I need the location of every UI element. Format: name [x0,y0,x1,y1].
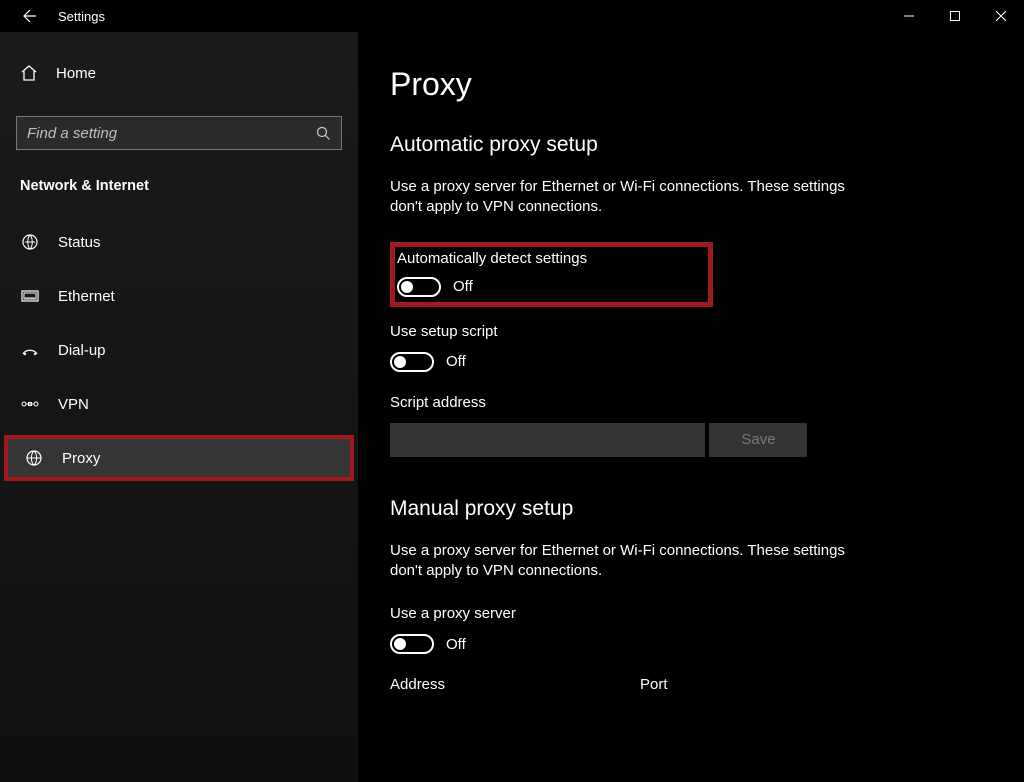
use-script-label: Use setup script [390,323,1024,340]
sidebar-item-status[interactable]: Status [0,219,358,265]
use-proxy-state: Off [446,636,466,653]
script-address-input[interactable] [390,423,705,457]
sidebar-item-vpn[interactable]: VPN [0,381,358,427]
auto-detect-label: Automatically detect settings [397,250,698,267]
sidebar-item-ethernet[interactable]: Ethernet [0,273,358,319]
use-proxy-toggle[interactable] [390,634,434,654]
maximize-icon [950,11,960,21]
ethernet-icon [20,289,40,303]
save-button[interactable]: Save [709,423,807,457]
minimize-icon [904,11,914,21]
sidebar-item-label: Status [58,234,101,251]
manual-section-heading: Manual proxy setup [390,497,1024,521]
sidebar-item-dialup[interactable]: Dial-up [0,327,358,373]
vpn-icon [20,397,40,411]
search-input[interactable] [27,125,316,142]
auto-detect-state: Off [453,278,473,295]
home-icon [20,64,38,82]
globe-icon [24,449,44,467]
sidebar-item-proxy[interactable]: Proxy [4,435,354,481]
back-button[interactable] [10,0,50,32]
minimize-button[interactable] [886,0,932,32]
main-content: Proxy Automatic proxy setup Use a proxy … [358,32,1024,782]
dialup-icon [20,343,40,357]
auto-section-description: Use a proxy server for Ethernet or Wi-Fi… [390,177,870,218]
maximize-button[interactable] [932,0,978,32]
sidebar: Home Network & Internet Status Ethernet [0,32,358,782]
sidebar-item-label: Dial-up [58,342,106,359]
search-icon [316,126,331,141]
titlebar: Settings [0,0,1024,32]
sidebar-section-title: Network & Internet [0,178,358,194]
close-icon [996,11,1006,21]
search-input-wrapper[interactable] [16,116,342,150]
manual-section-description: Use a proxy server for Ethernet or Wi-Fi… [390,541,870,582]
page-title: Proxy [390,66,1024,103]
auto-section-heading: Automatic proxy setup [390,133,1024,157]
address-label: Address [390,676,445,693]
sidebar-item-label: Proxy [62,450,100,467]
use-proxy-label: Use a proxy server [390,605,1024,622]
back-arrow-icon [22,8,38,24]
home-label: Home [56,65,96,82]
sidebar-item-home[interactable]: Home [0,50,358,96]
use-script-toggle[interactable] [390,352,434,372]
sidebar-item-label: Ethernet [58,288,115,305]
port-label: Port [640,676,668,693]
auto-detect-toggle[interactable] [397,277,441,297]
sidebar-item-label: VPN [58,396,89,413]
window-title: Settings [50,9,105,24]
script-address-label: Script address [390,394,1024,411]
status-icon [20,233,40,251]
auto-detect-highlight: Automatically detect settings Off [390,242,713,307]
close-button[interactable] [978,0,1024,32]
use-script-state: Off [446,353,466,370]
